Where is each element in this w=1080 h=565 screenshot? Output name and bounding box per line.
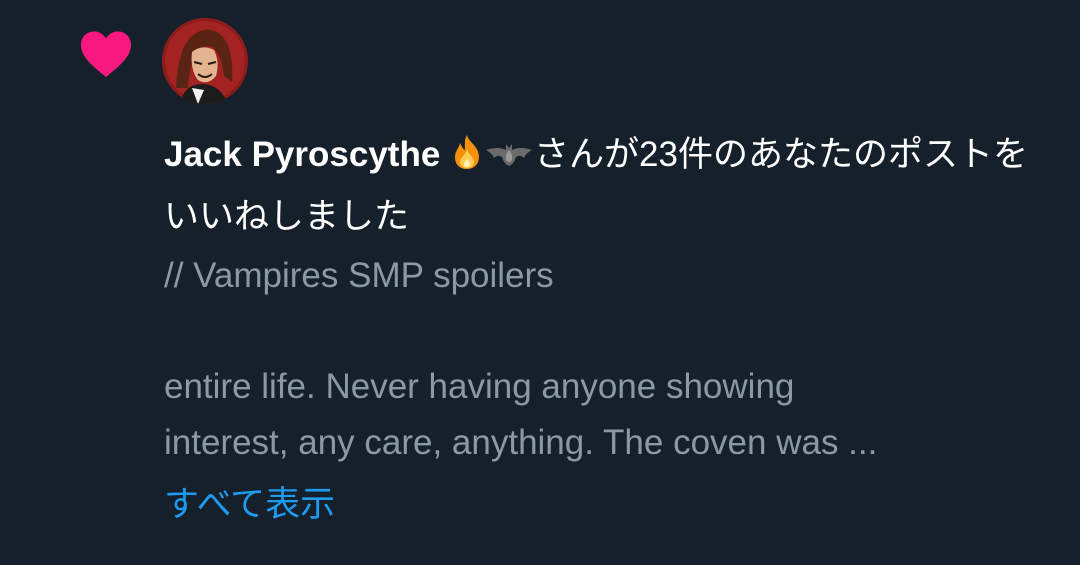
post-preview-blank-line (164, 304, 1054, 359)
avatar-portrait-image (162, 18, 248, 104)
show-all-link[interactable]: すべて表示 (164, 477, 335, 533)
post-preview-line-2: entire life. Never having anyone showing (164, 367, 795, 406)
post-preview-line-3: interest, any care, anything. The coven … (164, 423, 878, 462)
like-notification[interactable]: Jack Pyroscythe さんが23件のあなたのポストをいいねしました /… (0, 0, 1080, 565)
post-preview-line-1: // Vampires SMP spoilers (164, 256, 554, 295)
notification-headline: Jack Pyroscythe さんが23件のあなたのポストをいいねしました (164, 126, 1054, 246)
heart-icon (81, 31, 131, 77)
bat-emoji (484, 130, 534, 188)
notification-content: Jack Pyroscythe さんが23件のあなたのポストをいいねしました /… (164, 126, 1054, 533)
user-avatar[interactable] (162, 18, 248, 104)
fire-emoji (450, 130, 484, 188)
user-name[interactable]: Jack Pyroscythe (164, 135, 450, 174)
